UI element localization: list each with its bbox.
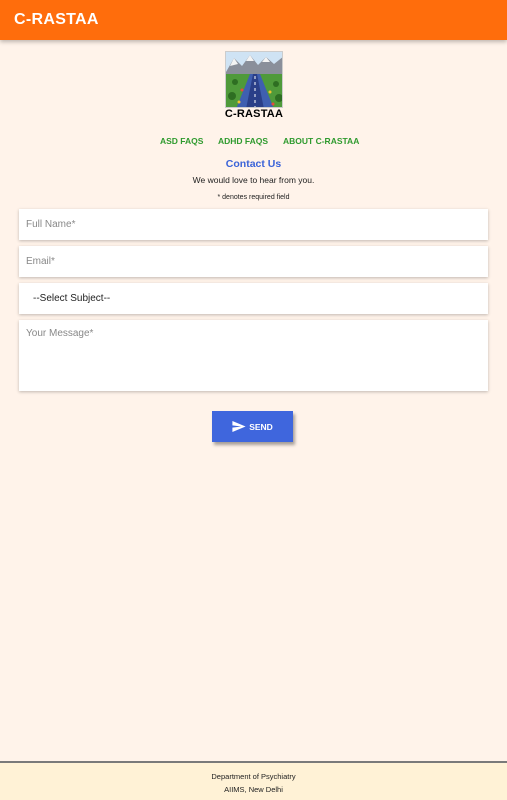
nav-link-about[interactable]: ABOUT C-RASTAA — [283, 136, 359, 146]
footer-department: Department of Psychiatry — [211, 772, 296, 781]
required-field-note: * denotes required field — [217, 194, 290, 201]
send-button[interactable]: SEND — [212, 411, 293, 442]
nav-link-adhd-faqs[interactable]: ADHD FAQS — [218, 136, 268, 146]
email-field[interactable] — [19, 246, 488, 277]
logo: C-RASTAA — [224, 51, 284, 121]
message-field[interactable] — [19, 320, 488, 391]
send-button-label: SEND — [249, 421, 273, 432]
road-landscape-icon — [226, 52, 282, 107]
nav-link-asd-faqs[interactable]: ASD FAQS — [160, 136, 203, 146]
contact-subtitle: We would love to hear from you. — [192, 175, 315, 185]
app-title: C-RASTAA — [14, 11, 99, 28]
send-icon — [232, 421, 246, 432]
footer: Department of Psychiatry AIIMS, New Delh… — [0, 761, 507, 800]
subject-select[interactable]: --Select Subject-- — [19, 283, 488, 314]
logo-text: C-RASTAA — [224, 108, 284, 120]
faq-nav: ASD FAQS ADHD FAQS ABOUT C-RASTAA — [0, 136, 507, 148]
contact-title: Contact Us — [225, 158, 282, 170]
full-name-field[interactable] — [19, 209, 488, 240]
logo-image — [225, 51, 283, 108]
app-bar: C-RASTAA — [0, 0, 507, 40]
subject-select-value: --Select Subject-- — [33, 293, 111, 304]
footer-institute: AIIMS, New Delhi — [224, 785, 283, 794]
app-root: C-RASTAA C-RASTAA ASD FAQS ADHD FAQS ABO… — [0, 0, 507, 800]
